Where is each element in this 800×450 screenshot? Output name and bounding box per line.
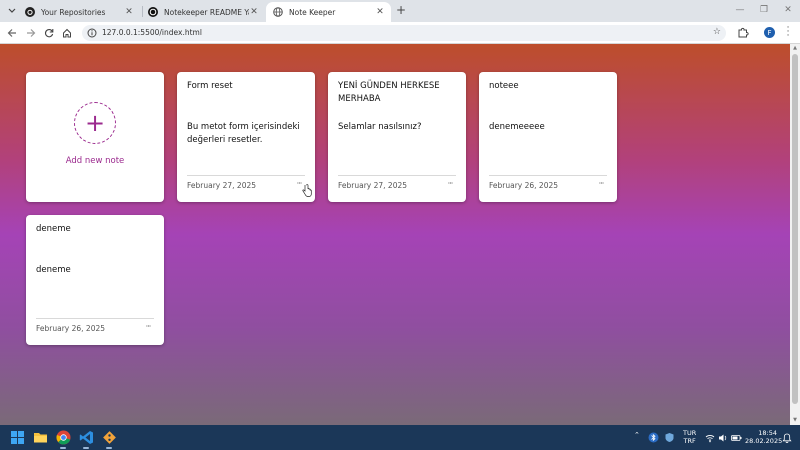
- tab-notekeeper-readme[interactable]: Notekeeper README Yardımı ✕: [141, 2, 265, 22]
- reload-button[interactable]: [42, 26, 56, 40]
- keyboard-layout: TRF: [683, 437, 696, 445]
- note-description: denemeeeee: [489, 122, 545, 132]
- window-close-button[interactable]: ✕: [779, 3, 797, 17]
- file-explorer-icon[interactable]: [33, 430, 48, 445]
- divider: [36, 318, 154, 319]
- vscode-icon[interactable]: [79, 430, 94, 445]
- input-language-indicator[interactable]: TUR TRF: [683, 429, 696, 445]
- tab-your-repositories[interactable]: Your Repositories ✕: [18, 2, 140, 22]
- minimize-button[interactable]: —: [731, 3, 749, 17]
- scroll-down-icon[interactable]: ▼: [792, 417, 798, 423]
- profile-avatar[interactable]: F: [764, 27, 775, 38]
- divider: [338, 175, 456, 176]
- home-button[interactable]: [60, 26, 74, 40]
- note-card[interactable]: Form reset Bu metot form içerisindeki de…: [177, 72, 315, 202]
- note-date: February 26, 2025: [36, 324, 106, 333]
- add-note-button[interactable]: +: [74, 102, 116, 144]
- clock-time: 18:54: [758, 429, 777, 437]
- address-bar[interactable]: 127.0.0.1:5500/index.html ☆: [82, 25, 726, 41]
- tab-title: Your Repositories: [41, 7, 106, 17]
- page-scrollbar[interactable]: ▲ ▼: [790, 44, 800, 425]
- git-icon[interactable]: [102, 430, 117, 445]
- chevron-down-icon: [8, 8, 16, 13]
- note-card[interactable]: YENİ GÜNDEN HERKESE MERHABA Selamlar nas…: [328, 72, 466, 202]
- forward-button[interactable]: [24, 26, 38, 40]
- note-description: deneme: [36, 265, 71, 275]
- note-title: deneme: [36, 224, 71, 234]
- system-clock[interactable]: 18:54 28.02.2025: [745, 429, 783, 445]
- note-description: Selamlar nasılsınız?: [338, 122, 422, 132]
- extensions-button[interactable]: [737, 26, 749, 38]
- url-text: 127.0.0.1:5500/index.html: [102, 28, 202, 37]
- browser-tab-strip: Your Repositories ✕ Notekeeper README Ya…: [0, 0, 800, 22]
- windows-taskbar: ⌃ TUR TRF 18:54 28.02.2025: [0, 425, 800, 450]
- browser-toolbar: 127.0.0.1:5500/index.html ☆ F · · ·: [0, 22, 800, 44]
- active-app-indicator: [60, 447, 66, 449]
- notification-bell-icon[interactable]: [782, 433, 792, 443]
- windows-start-icon[interactable]: [10, 430, 25, 445]
- note-menu-button[interactable]: ···: [594, 179, 608, 188]
- site-info-icon[interactable]: [87, 28, 97, 38]
- scrollbar-thumb[interactable]: [792, 54, 798, 404]
- new-tab-button[interactable]: +: [394, 3, 408, 19]
- more-menu-icon[interactable]: · · ·: [784, 24, 792, 41]
- wifi-icon[interactable]: [705, 433, 715, 443]
- arrow-right-icon: [27, 29, 36, 37]
- restore-button[interactable]: ❐: [755, 3, 773, 17]
- running-app-indicator: [106, 447, 112, 449]
- bluetooth-icon[interactable]: [648, 432, 659, 443]
- arrow-left-icon: [7, 29, 16, 37]
- note-menu-button[interactable]: ···: [443, 179, 457, 188]
- note-keeper-page: + Add new note Form reset Bu metot form …: [0, 44, 790, 425]
- note-date: February 27, 2025: [187, 181, 257, 190]
- divider: [187, 175, 305, 176]
- close-icon[interactable]: ✕: [249, 7, 259, 17]
- note-card[interactable]: noteee denemeeeee February 26, 2025 ···: [479, 72, 617, 202]
- scroll-up-icon[interactable]: ▲: [792, 45, 798, 51]
- close-icon[interactable]: ✕: [375, 7, 385, 17]
- reload-icon: [44, 29, 54, 38]
- add-note-label: Add new note: [65, 156, 125, 166]
- chatgpt-icon: [148, 7, 158, 17]
- back-button[interactable]: [5, 26, 19, 40]
- close-icon[interactable]: ✕: [124, 7, 134, 17]
- bookmark-star-icon[interactable]: ☆: [713, 27, 721, 37]
- volume-icon[interactable]: [718, 433, 728, 443]
- note-menu-button[interactable]: ···: [141, 322, 155, 331]
- tab-note-keeper[interactable]: Note Keeper ✕: [266, 2, 391, 22]
- note-description: Bu metot form içerisindeki değerleri res…: [187, 122, 300, 145]
- divider: [489, 175, 607, 176]
- running-app-indicator: [83, 447, 89, 449]
- note-date: February 27, 2025: [338, 181, 408, 190]
- note-date: February 26, 2025: [489, 181, 559, 190]
- chrome-icon[interactable]: [56, 430, 71, 445]
- chevron-up-icon[interactable]: ⌃: [634, 431, 640, 439]
- tab-title: Note Keeper: [289, 7, 336, 17]
- security-shield-icon[interactable]: [664, 432, 675, 443]
- note-title: Form reset: [187, 81, 233, 91]
- github-icon: [25, 7, 35, 17]
- battery-icon[interactable]: [731, 433, 742, 443]
- note-card[interactable]: deneme deneme February 26, 2025 ···: [26, 215, 164, 345]
- hand-cursor-icon: [302, 184, 312, 197]
- note-title: noteee: [489, 81, 519, 91]
- add-note-card[interactable]: + Add new note: [26, 72, 164, 202]
- note-title: YENİ GÜNDEN HERKESE MERHABA: [338, 81, 440, 104]
- tab-title: Notekeeper README Yardımı: [164, 7, 249, 17]
- clock-date: 28.02.2025: [745, 437, 783, 445]
- home-icon: [63, 28, 71, 38]
- language-code: TUR: [683, 429, 697, 437]
- globe-icon: [273, 7, 283, 17]
- puzzle-icon: [738, 27, 749, 38]
